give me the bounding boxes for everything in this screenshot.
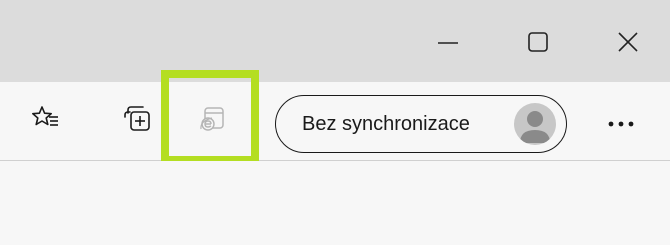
favorites-button[interactable]: [22, 95, 70, 143]
highlight-frame: [161, 70, 259, 164]
minimize-button[interactable]: [418, 20, 478, 64]
close-icon: [618, 32, 638, 52]
more-dots-icon: [608, 121, 634, 127]
close-button[interactable]: [598, 20, 658, 64]
collections-add-icon: [124, 106, 150, 131]
maximize-icon: [528, 32, 548, 52]
page-content-area: [0, 161, 670, 245]
favorites-list-icon: [31, 106, 58, 126]
profile-button[interactable]: Bez synchronizace: [275, 95, 567, 153]
more-button[interactable]: [596, 95, 646, 153]
title-bar: [0, 0, 670, 82]
profile-sync-label: Bez synchronizace: [302, 112, 470, 135]
collections-button[interactable]: [113, 95, 161, 143]
maximize-button[interactable]: [508, 20, 568, 64]
person-avatar-icon: [514, 103, 556, 145]
minimize-icon: [438, 42, 458, 44]
